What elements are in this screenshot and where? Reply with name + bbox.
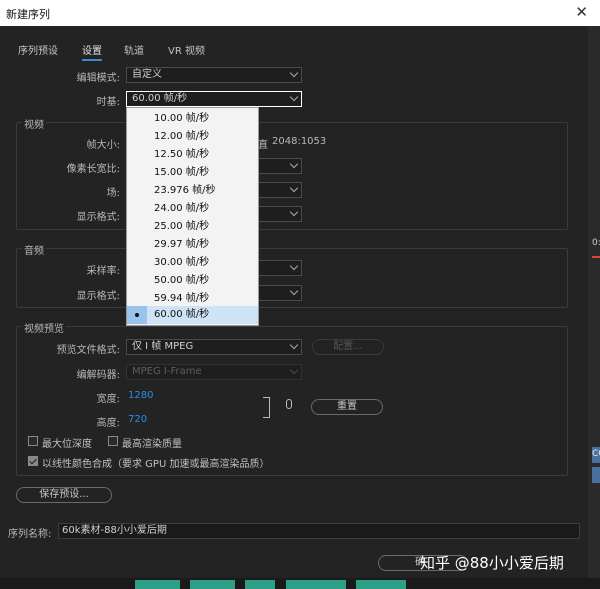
chevron-down-icon <box>289 68 299 78</box>
chevron-down-icon <box>289 340 299 350</box>
timebase-option[interactable]: 23.976 帧/秒 <box>127 182 258 200</box>
codec-label: 编解码器: <box>76 370 120 381</box>
timebase-select[interactable]: 60.00 帧/秒 <box>126 91 302 107</box>
pixel-aspect-label: 像素长宽比: <box>66 164 120 175</box>
video-preview-section-title: 视频预览 <box>22 320 66 335</box>
max-bit-depth-checkbox[interactable] <box>28 436 38 446</box>
chevron-down-icon <box>289 365 299 375</box>
tab-tracks[interactable]: 轨道 <box>124 42 144 57</box>
timebase-option[interactable]: 24.00 帧/秒 <box>127 200 258 218</box>
frame-size-label: 帧大小: <box>86 140 120 151</box>
save-preset-button[interactable]: 保存预设... <box>16 487 112 503</box>
playhead-marker <box>592 256 600 258</box>
link-icon[interactable] <box>286 399 292 409</box>
edit-mode-value: 自定义 <box>132 69 162 80</box>
reset-button[interactable]: 重置 <box>311 399 383 415</box>
close-icon[interactable]: ✕ <box>575 3 588 21</box>
linear-color-label: 以线性颜色合成（要求 GPU 加速或最高渲染品质） <box>42 459 270 470</box>
max-render-quality-label: 最高渲染质量 <box>122 439 182 450</box>
timebase-label: 时基: <box>96 97 120 108</box>
timeline-clip <box>245 580 275 589</box>
timebase-option[interactable]: 25.00 帧/秒 <box>127 218 258 236</box>
preview-file-format-label: 预览文件格式: <box>56 345 120 356</box>
max-render-quality-checkbox[interactable] <box>108 436 118 446</box>
configure-button[interactable]: 配置... <box>312 339 384 355</box>
timeline-clip <box>135 580 180 589</box>
timebase-option[interactable]: 50.00 帧/秒 <box>127 272 258 290</box>
sequence-name-input[interactable]: 60k素材-88小小爱后期 <box>58 523 580 539</box>
video-display-format-label: 显示格式: <box>76 212 120 223</box>
sequence-name-label: 序列名称: <box>8 529 52 540</box>
height-value[interactable]: 720 <box>128 414 147 425</box>
timeline-clip <box>286 580 346 589</box>
tab-settings[interactable]: 设置 <box>82 42 102 61</box>
max-bit-depth-label: 最大位深度 <box>42 439 92 450</box>
timebase-option-selected[interactable]: 60.00 帧/秒 <box>127 306 258 324</box>
width-label: 宽度: <box>96 394 120 405</box>
frame-size-tail: 直 <box>258 140 268 151</box>
chevron-down-icon <box>289 261 299 271</box>
track-tag-label: CC <box>592 449 600 459</box>
window-title: 新建序列 <box>6 8 50 21</box>
frame-aspect-ratio: 2048:1053 <box>272 136 327 147</box>
timeline-clip <box>190 580 235 589</box>
timebase-option[interactable]: 29.97 帧/秒 <box>127 236 258 254</box>
sample-rate-label: 采样率: <box>86 266 120 277</box>
tab-sequence-presets[interactable]: 序列预设 <box>18 42 58 57</box>
edit-mode-select[interactable]: 自定义 <box>126 67 302 83</box>
timebase-value: 60.00 帧/秒 <box>132 93 188 104</box>
chevron-down-icon <box>289 92 299 102</box>
codec-select[interactable]: MPEG I-Frame <box>126 364 302 380</box>
tab-vr-video[interactable]: VR 视频 <box>168 42 205 57</box>
track-tag <box>592 467 600 483</box>
chevron-down-icon <box>289 207 299 217</box>
edit-mode-label: 编辑模式: <box>76 73 120 84</box>
video-section-title: 视频 <box>22 116 46 131</box>
chevron-down-icon <box>289 286 299 296</box>
fields-label: 场: <box>106 188 120 199</box>
title-bar: 新建序列 ✕ <box>0 0 600 26</box>
timeline-clip <box>356 580 406 589</box>
timebase-dropdown-list: 10.00 帧/秒 12.00 帧/秒 12.50 帧/秒 15.00 帧/秒 … <box>126 107 259 326</box>
linear-color-checkbox[interactable] <box>28 456 38 466</box>
background-panel <box>588 26 600 589</box>
timeline-timecode-fragment: 0: <box>592 238 600 248</box>
sequence-name-value: 60k素材-88小小爱后期 <box>62 525 167 536</box>
chevron-down-icon <box>289 159 299 169</box>
timebase-option[interactable]: 12.00 帧/秒 <box>127 128 258 146</box>
dimension-link-bracket <box>263 397 270 418</box>
preview-file-format-value: 仅 I 帧 MPEG <box>132 341 194 352</box>
preview-file-format-select[interactable]: 仅 I 帧 MPEG <box>126 339 302 355</box>
timebase-option[interactable]: 12.50 帧/秒 <box>127 146 258 164</box>
timebase-option[interactable]: 15.00 帧/秒 <box>127 164 258 182</box>
audio-display-format-label: 显示格式: <box>76 291 120 302</box>
timebase-option[interactable]: 30.00 帧/秒 <box>127 254 258 272</box>
watermark: 知乎 @88小小爱后期 <box>420 554 564 572</box>
audio-section-title: 音频 <box>22 242 46 257</box>
timebase-option[interactable]: 10.00 帧/秒 <box>127 110 258 128</box>
selected-bullet-icon <box>127 306 147 324</box>
chevron-down-icon <box>289 183 299 193</box>
codec-value: MPEG I-Frame <box>132 366 202 377</box>
width-value[interactable]: 1280 <box>128 390 153 401</box>
height-label: 高度: <box>96 418 120 429</box>
timeline-strip <box>0 578 600 589</box>
